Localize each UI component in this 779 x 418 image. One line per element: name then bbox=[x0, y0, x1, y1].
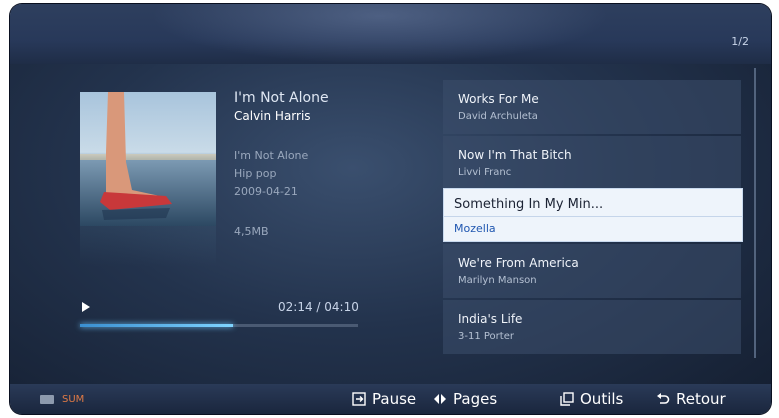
track-size: 4,5MB bbox=[234, 225, 269, 238]
tools-button[interactable]: Outils bbox=[560, 390, 623, 408]
track-time: 02:14 / 04:10 bbox=[278, 300, 359, 314]
pages-button[interactable]: Pages bbox=[433, 390, 497, 408]
playlist-item-title: Now I'm That Bitch bbox=[458, 148, 572, 162]
playlist-item[interactable]: Now I'm That Bitch Livvi Franc bbox=[443, 136, 741, 190]
playlist-item[interactable]: We're From America Marilyn Manson bbox=[443, 244, 741, 298]
playlist-item-title: Something In My Min... bbox=[454, 197, 604, 212]
playlist-item-artist: David Archuleta bbox=[458, 111, 538, 122]
pause-key-icon bbox=[352, 392, 366, 406]
back-label: Retour bbox=[676, 390, 726, 408]
progress-fill bbox=[80, 324, 233, 327]
playlist-scrollbar[interactable] bbox=[754, 68, 756, 358]
playlist-item[interactable]: India's Life 3-11 Porter bbox=[443, 300, 741, 354]
pause-label: Pause bbox=[372, 390, 417, 408]
sum-label: SUM bbox=[62, 394, 85, 405]
playlist-item-artist: 3-11 Porter bbox=[458, 331, 514, 342]
top-bar-glow bbox=[150, 4, 610, 64]
return-icon bbox=[656, 392, 670, 406]
sum-icon bbox=[40, 395, 54, 404]
album-art-reflection bbox=[80, 226, 216, 266]
tv-screen: 1/2 I'm Not Alone Calvin Harris I'm Not … bbox=[10, 4, 771, 414]
album-art-image bbox=[80, 92, 216, 226]
page-indicator: 1/2 bbox=[731, 35, 749, 48]
top-bar: 1/2 bbox=[10, 4, 771, 64]
playlist-item-title: India's Life bbox=[458, 312, 523, 326]
album-art bbox=[80, 92, 216, 226]
playlist-item[interactable]: Works For Me David Archuleta bbox=[443, 80, 741, 134]
track-genre: Hip pop bbox=[234, 167, 277, 180]
tools-label: Outils bbox=[580, 390, 624, 408]
left-right-arrows-icon bbox=[433, 392, 447, 406]
playlist-item-artist: Mozella bbox=[454, 222, 496, 235]
track-title: I'm Not Alone bbox=[234, 90, 329, 106]
playlist-item-title: We're From America bbox=[458, 256, 579, 270]
playlist-item-selected[interactable]: Something In My Min... Mozella bbox=[443, 188, 743, 242]
track-album: I'm Not Alone bbox=[234, 149, 309, 162]
playlist-item-title: Works For Me bbox=[458, 92, 539, 106]
play-icon[interactable] bbox=[82, 302, 90, 312]
playlist-item-artist: Livvi Franc bbox=[458, 167, 512, 178]
pages-label: Pages bbox=[453, 390, 498, 408]
selected-divider bbox=[444, 216, 742, 217]
footer-bar: SUM Pause Pages Outils Retour bbox=[10, 384, 771, 414]
pause-button[interactable]: Pause bbox=[352, 390, 416, 408]
tools-icon bbox=[560, 392, 574, 406]
progress-bar[interactable] bbox=[80, 324, 358, 327]
back-button[interactable]: Retour bbox=[656, 390, 726, 408]
playlist-item-artist: Marilyn Manson bbox=[458, 275, 537, 286]
track-date: 2009-04-21 bbox=[234, 185, 298, 198]
track-artist: Calvin Harris bbox=[234, 109, 311, 123]
